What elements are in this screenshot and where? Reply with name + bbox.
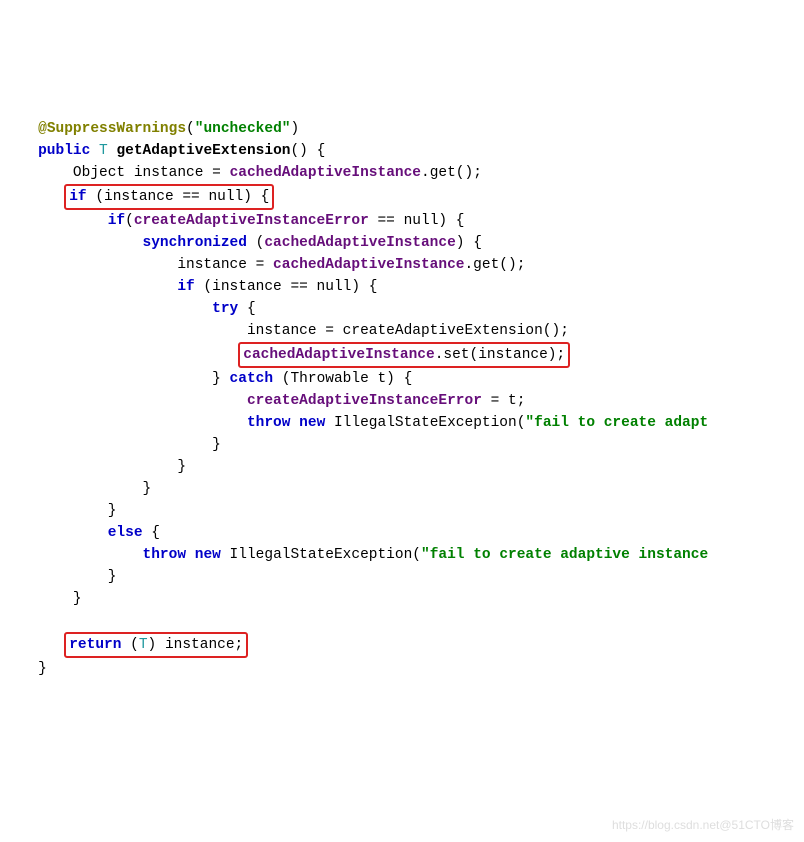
kw-synchronized: synchronized <box>143 235 247 251</box>
brace-close: } <box>108 569 117 585</box>
brace-close: } <box>143 481 152 497</box>
field-cachedAdaptiveInstance: cachedAdaptiveInstance <box>273 257 464 273</box>
brace-close: } <box>108 503 117 519</box>
kw-if: if <box>177 279 194 295</box>
kw-public: public <box>38 143 90 159</box>
text: ) instance; <box>148 637 244 653</box>
text: == null) { <box>369 213 465 229</box>
brace-open: { <box>238 301 255 317</box>
brace-open: { <box>143 525 160 541</box>
type-T: T <box>99 143 108 159</box>
text: instance = createAdaptiveExtension(); <box>247 323 569 339</box>
text: ( <box>247 235 264 251</box>
parens: () <box>290 143 307 159</box>
highlight-box-set: cachedAdaptiveInstance.set(instance); <box>238 342 570 368</box>
method-name: getAdaptiveExtension <box>116 143 290 159</box>
text: .set(instance); <box>435 347 566 363</box>
text: (Throwable t) { <box>273 371 412 387</box>
annotation-string: "unchecked" <box>195 121 291 137</box>
brace-close: } <box>38 661 47 677</box>
text: .get(); <box>464 257 525 273</box>
paren-open: ( <box>186 121 195 137</box>
code-block: @SuppressWarnings("unchecked") public T … <box>12 96 792 680</box>
kw-catch: catch <box>221 371 273 387</box>
paren-close: ) <box>290 121 299 137</box>
kw-if: if <box>108 213 125 229</box>
brace-open: { <box>308 143 325 159</box>
kw-else: else <box>108 525 143 541</box>
string-literal: "fail to create adaptive instance <box>421 547 708 563</box>
kw-if: if <box>69 189 86 205</box>
text: IllegalStateException( <box>221 547 421 563</box>
type-T: T <box>139 637 148 653</box>
watermark: https://blog.csdn.net@51CTO博客 <box>612 814 794 836</box>
text: .get(); <box>421 165 482 181</box>
text: (instance == null) { <box>195 279 378 295</box>
field-cachedAdaptiveInstance: cachedAdaptiveInstance <box>230 165 421 181</box>
kw-object: Object <box>73 165 125 181</box>
field-cachedAdaptiveInstance: cachedAdaptiveInstance <box>243 347 434 363</box>
brace-close: } <box>212 371 221 387</box>
text: IllegalStateException( <box>325 415 525 431</box>
text: ) { <box>456 235 482 251</box>
brace-close: } <box>73 591 82 607</box>
text: instance = <box>177 257 273 273</box>
text: = t; <box>482 393 526 409</box>
kw-throw-new: throw new <box>247 415 325 431</box>
highlight-box-return: return (T) instance; <box>64 632 248 658</box>
text: ( <box>121 637 138 653</box>
field-createAdaptiveInstanceError: createAdaptiveInstanceError <box>247 393 482 409</box>
string-literal: "fail to create adapt <box>525 415 708 431</box>
field-cachedAdaptiveInstance: cachedAdaptiveInstance <box>264 235 455 251</box>
text: instance = <box>125 165 229 181</box>
brace-close: } <box>177 459 186 475</box>
annotation-name: SuppressWarnings <box>47 121 186 137</box>
brace-close: } <box>212 437 221 453</box>
kw-throw-new: throw new <box>143 547 221 563</box>
field-createAdaptiveInstanceError: createAdaptiveInstanceError <box>134 213 369 229</box>
paren-open: ( <box>125 213 134 229</box>
highlight-box-if-null: if (instance == null) { <box>64 184 274 210</box>
text: (instance == null) { <box>87 189 270 205</box>
kw-try: try <box>212 301 238 317</box>
annotation-at: @ <box>38 121 47 137</box>
kw-return: return <box>69 637 121 653</box>
